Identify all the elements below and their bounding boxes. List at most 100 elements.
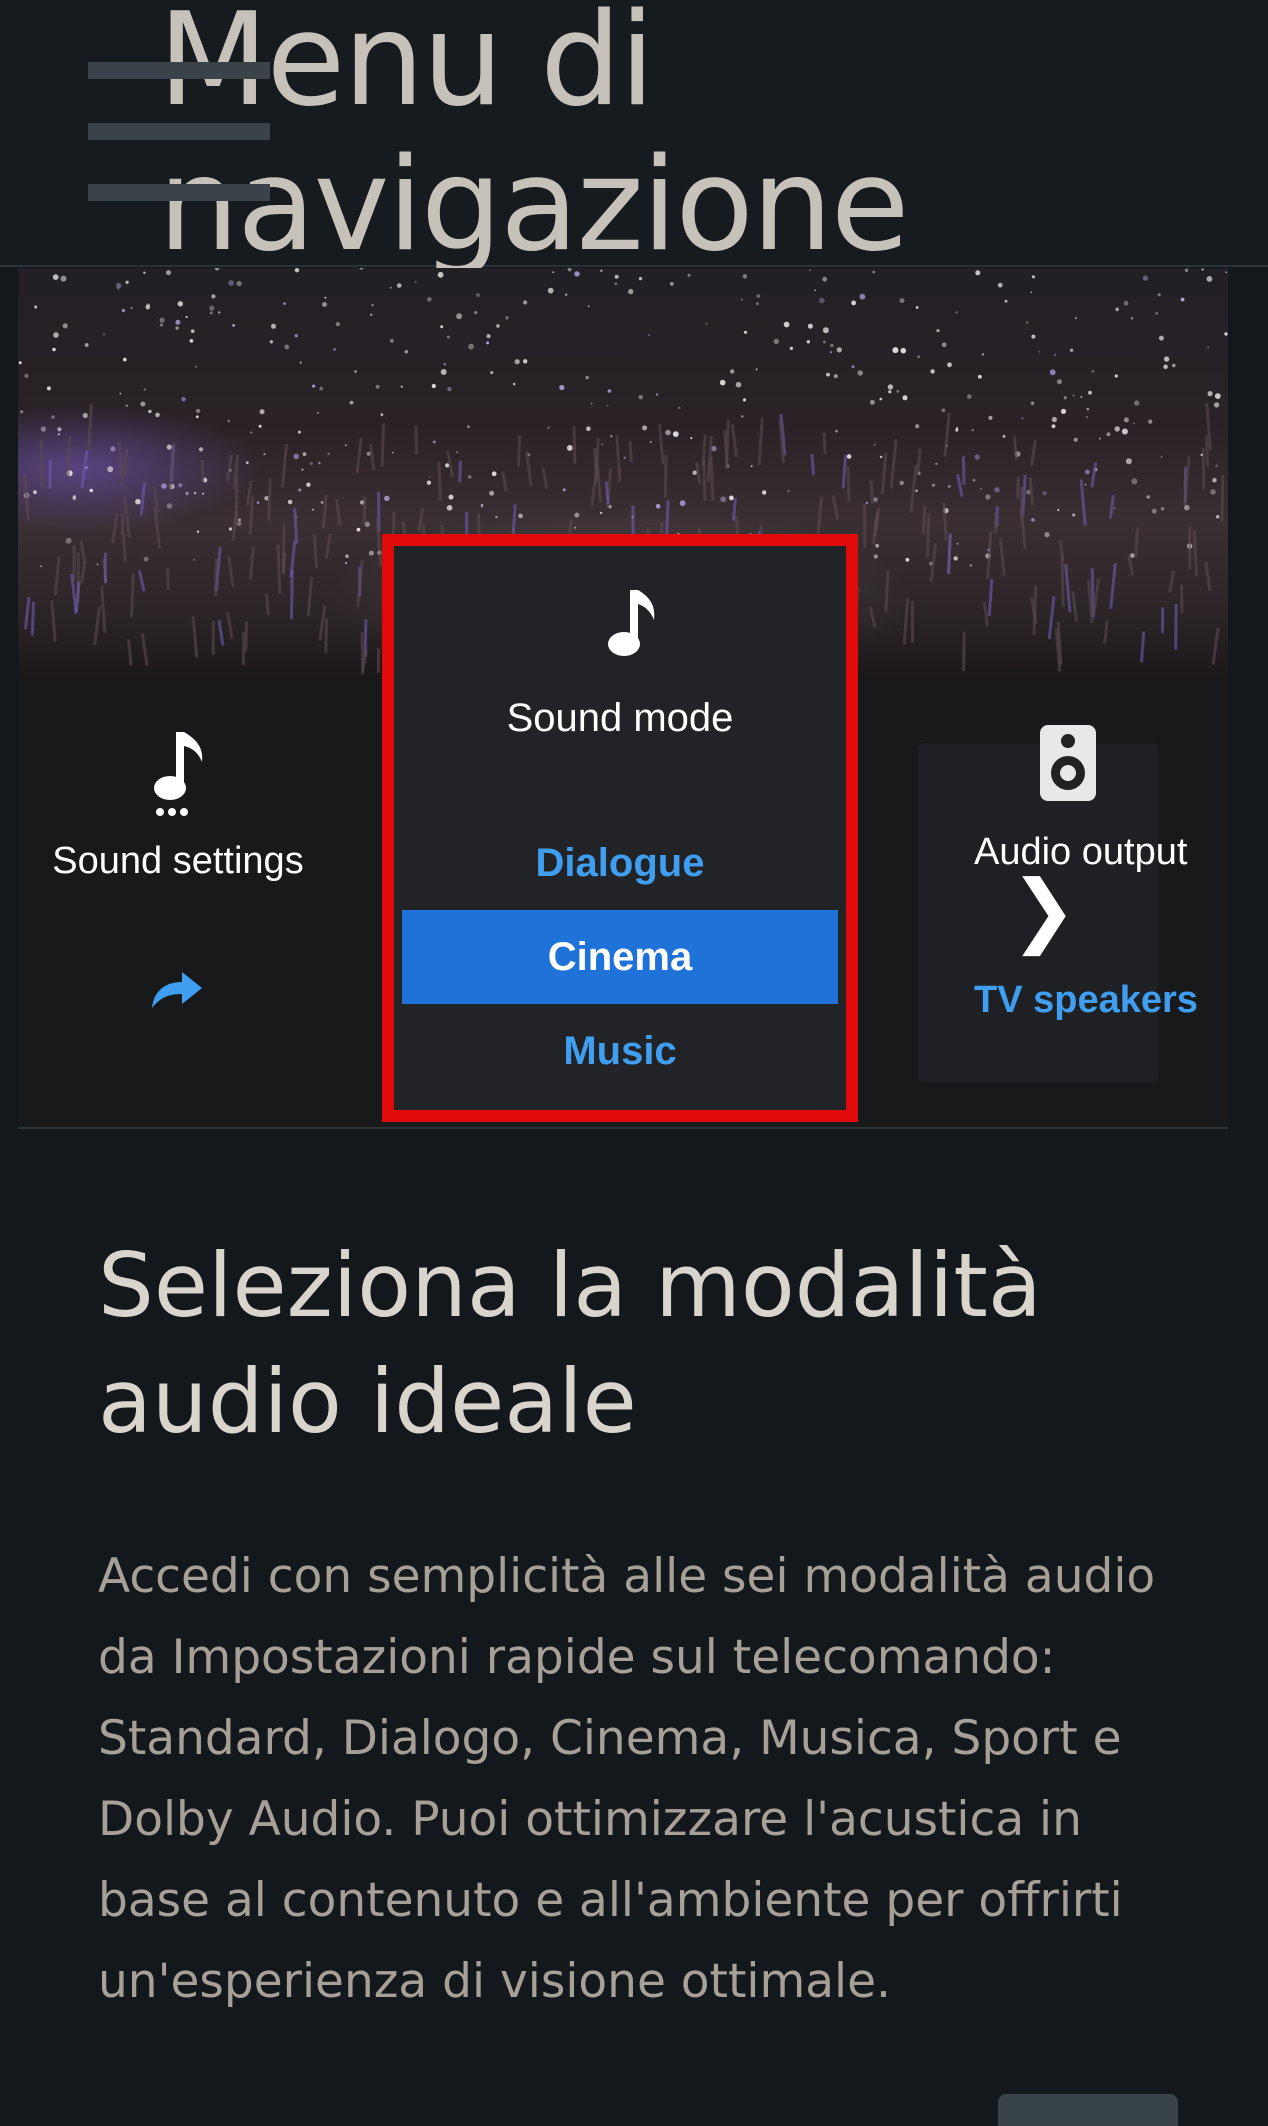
- confetti-dot: [687, 273, 691, 277]
- raised-hand: [140, 633, 149, 667]
- confetti-dot: [879, 455, 883, 459]
- raised-hand: [30, 601, 35, 636]
- confetti-dot: [496, 324, 500, 328]
- raised-hand: [873, 511, 880, 537]
- confetti-dot: [1060, 408, 1067, 414]
- confetti-dot: [121, 308, 125, 313]
- confetti-dot: [623, 456, 626, 459]
- confetti-dot: [161, 483, 167, 489]
- confetti-dot: [1031, 334, 1036, 339]
- confetti-dot: [368, 550, 374, 556]
- confetti-dot: [830, 343, 834, 348]
- confetti-dot: [756, 294, 761, 298]
- raised-hand: [458, 460, 462, 483]
- confetti-dot: [228, 527, 232, 531]
- confetti-dot: [783, 321, 790, 328]
- confetti-dot: [888, 390, 892, 394]
- raised-hand: [525, 451, 533, 487]
- sound-mode-title: Sound mode: [506, 696, 734, 740]
- confetti-dot: [565, 293, 568, 296]
- confetti-dot: [392, 451, 394, 454]
- confetti-dot: [941, 342, 947, 348]
- confetti-dot: [818, 297, 825, 304]
- raised-hand: [362, 496, 367, 524]
- confetti-dot: [1216, 515, 1220, 519]
- raised-hand: [213, 558, 218, 597]
- hamburger-bar: [88, 62, 270, 79]
- confetti-dot: [1030, 401, 1035, 405]
- raised-hand: [884, 570, 890, 612]
- chevron-right-icon[interactable]: ❯: [1010, 863, 1077, 956]
- confetti-dot: [1038, 351, 1041, 353]
- raised-hand: [962, 631, 966, 672]
- confetti-dot: [1063, 396, 1068, 400]
- confetti-dot: [857, 370, 863, 376]
- confetti-dot: [1206, 276, 1213, 282]
- sound-mode-tile-highlighted[interactable]: Sound mode Dialogue Cinema Music: [382, 534, 858, 1122]
- audio-output-tile[interactable]: Audio output ❯ TV speakers: [918, 725, 1198, 1083]
- confetti-dot: [826, 372, 830, 377]
- confetti-dot: [211, 294, 216, 299]
- sound-mode-option-cinema-selected[interactable]: Cinema: [402, 910, 838, 1004]
- confetti-dot: [692, 470, 697, 475]
- confetti-dot: [317, 412, 319, 414]
- raised-hand: [926, 513, 931, 557]
- confetti-dot: [900, 347, 907, 354]
- raised-hand: [541, 467, 549, 489]
- sound-settings-tile[interactable]: Sound settings: [18, 698, 338, 1078]
- raised-hand: [943, 413, 951, 457]
- raised-hand: [831, 494, 840, 520]
- confetti-dot: [196, 530, 200, 533]
- confetti-dot: [1088, 390, 1092, 395]
- confetti-dot: [52, 347, 56, 352]
- confetti-dot: [742, 274, 748, 279]
- confetti-dot: [610, 435, 613, 438]
- hamburger-menu-icon[interactable]: [88, 62, 270, 206]
- confetti-dot: [333, 348, 336, 351]
- raised-hand: [1192, 530, 1199, 576]
- confetti-dot: [1157, 293, 1161, 297]
- confetti-dot: [195, 408, 201, 414]
- confetti-dot: [356, 527, 361, 532]
- sound-mode-option-music[interactable]: Music: [402, 1004, 838, 1098]
- confetti-dot: [302, 452, 307, 456]
- confetti-dot: [1213, 402, 1220, 408]
- confetti-dot: [836, 347, 842, 353]
- confetti-dot: [559, 384, 565, 391]
- confetti-dot: [345, 444, 347, 447]
- confetti-dot: [1070, 348, 1074, 352]
- confetti-dot: [915, 424, 920, 429]
- sound-mode-option-dialogue[interactable]: Dialogue: [402, 816, 838, 910]
- raised-hand: [121, 532, 127, 562]
- raised-hand: [324, 618, 328, 653]
- confetti-dot: [345, 561, 348, 565]
- confetti-dot: [1214, 393, 1221, 399]
- confetti-dot: [750, 465, 753, 468]
- confetti-dot: [349, 400, 354, 405]
- confetti-dot: [299, 361, 302, 364]
- raised-hand: [1168, 570, 1175, 593]
- confetti-dot: [414, 280, 417, 283]
- confetti-dot: [432, 440, 436, 444]
- confetti-dot: [755, 368, 758, 371]
- raised-hand: [998, 537, 1006, 576]
- confetti-dot: [833, 374, 838, 379]
- floating-button[interactable]: [998, 2094, 1178, 2126]
- confetti-dot: [287, 499, 293, 505]
- confetti-dot: [236, 521, 242, 527]
- raised-hand: [281, 443, 288, 488]
- confetti-dot: [740, 298, 743, 301]
- raised-hand: [1204, 562, 1212, 592]
- raised-hand: [517, 435, 522, 467]
- confetti-dot: [62, 323, 68, 329]
- raised-hand: [267, 478, 272, 522]
- raised-hand: [1183, 455, 1191, 506]
- confetti-dot: [851, 300, 856, 306]
- confetti-dot: [428, 476, 431, 478]
- confetti-dot: [324, 296, 327, 299]
- confetti-dot: [322, 302, 327, 307]
- share-arrow-icon[interactable]: [148, 968, 204, 1016]
- confetti-dot: [202, 492, 205, 495]
- confetti-dot: [143, 271, 146, 274]
- confetti-dot: [969, 564, 972, 567]
